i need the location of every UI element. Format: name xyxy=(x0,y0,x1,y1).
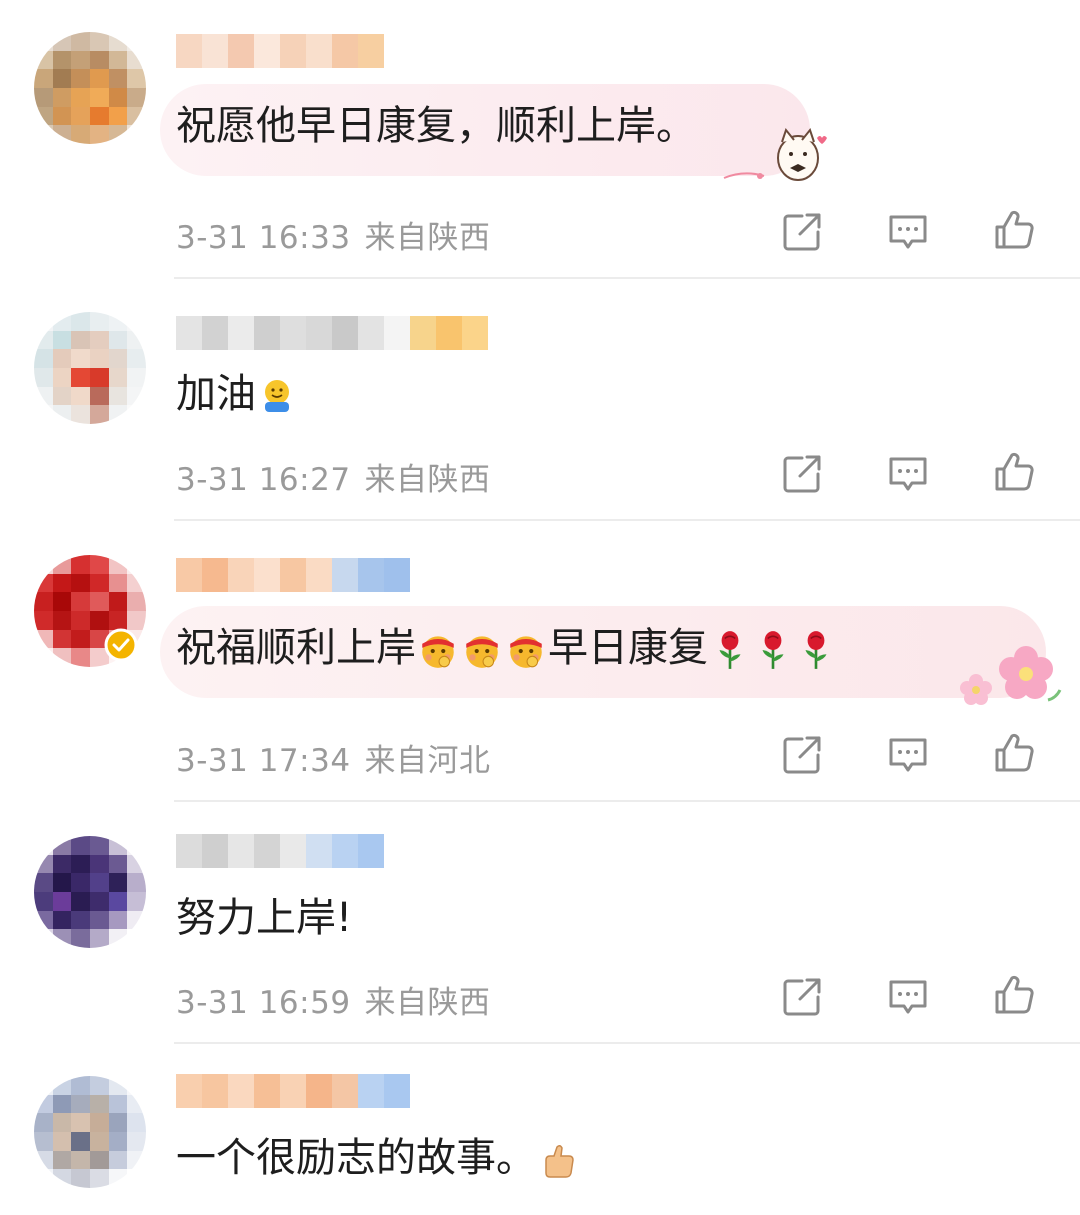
share-icon[interactable] xyxy=(780,452,824,496)
share-icon[interactable] xyxy=(780,733,824,777)
comment-meta: 3-31 16:33 来自陕西 xyxy=(176,212,491,257)
comment-text: 祝愿他早日康复，顺利上岸。 xyxy=(176,103,696,149)
timestamp: 3-31 16:59 xyxy=(176,985,351,1021)
comment-meta: 3-31 17:34 来自河北 xyxy=(176,735,491,780)
divider xyxy=(174,519,1080,521)
thumbs-up-icon[interactable] xyxy=(992,208,1036,252)
comment-text: 努力上岸! xyxy=(176,895,353,941)
thumbs-up-icon[interactable] xyxy=(992,731,1036,775)
thumbs-up-emoji-icon xyxy=(537,1140,577,1180)
divider xyxy=(174,1042,1080,1044)
username-redacted[interactable] xyxy=(176,34,384,68)
location: 来自陕西 xyxy=(364,462,491,498)
thumbs-up-icon[interactable] xyxy=(992,973,1036,1017)
username-redacted[interactable] xyxy=(176,1074,410,1108)
comment-icon[interactable] xyxy=(886,975,930,1019)
comment-icon[interactable] xyxy=(886,210,930,254)
comment-meta: 3-31 16:59 来自陕西 xyxy=(176,977,491,1022)
comment-icon[interactable] xyxy=(886,733,930,777)
timestamp: 3-31 17:34 xyxy=(176,743,351,779)
location: 来自陕西 xyxy=(364,220,491,256)
hug-emoji-icon xyxy=(257,376,297,416)
rose-emoji-icon xyxy=(714,629,746,671)
location: 来自河北 xyxy=(364,743,491,779)
avatar[interactable] xyxy=(34,312,146,424)
thumbs-up-icon[interactable] xyxy=(992,450,1036,494)
avatar[interactable] xyxy=(34,836,146,948)
comment-text: 祝福顺利上岸 早日康复 xyxy=(176,623,833,673)
bubble-flower-icon xyxy=(960,646,1062,705)
divider xyxy=(174,277,1080,279)
comment-meta: 3-31 16:27 来自陕西 xyxy=(176,454,491,499)
location: 来自陕西 xyxy=(364,985,491,1021)
comment-text: 加油 xyxy=(176,369,298,419)
cheer-emoji-icon xyxy=(417,629,459,671)
timestamp: 3-31 16:33 xyxy=(176,220,351,256)
cheer-emoji-icon xyxy=(505,629,547,671)
username-redacted[interactable] xyxy=(176,316,488,350)
username-redacted[interactable] xyxy=(176,558,410,592)
username-redacted[interactable] xyxy=(176,834,384,868)
verified-badge-icon xyxy=(104,628,138,662)
comment-icon[interactable] xyxy=(886,452,930,496)
comment-text: 一个很励志的故事。 xyxy=(176,1133,578,1183)
bubble-cat-sticker-icon xyxy=(723,127,827,181)
cheer-emoji-icon xyxy=(461,629,503,671)
share-icon[interactable] xyxy=(780,210,824,254)
rose-emoji-icon xyxy=(800,629,832,671)
avatar[interactable] xyxy=(34,1076,146,1188)
share-icon[interactable] xyxy=(780,975,824,1019)
avatar[interactable] xyxy=(34,32,146,144)
divider xyxy=(174,800,1080,802)
rose-emoji-icon xyxy=(757,629,789,671)
timestamp: 3-31 16:27 xyxy=(176,462,351,498)
